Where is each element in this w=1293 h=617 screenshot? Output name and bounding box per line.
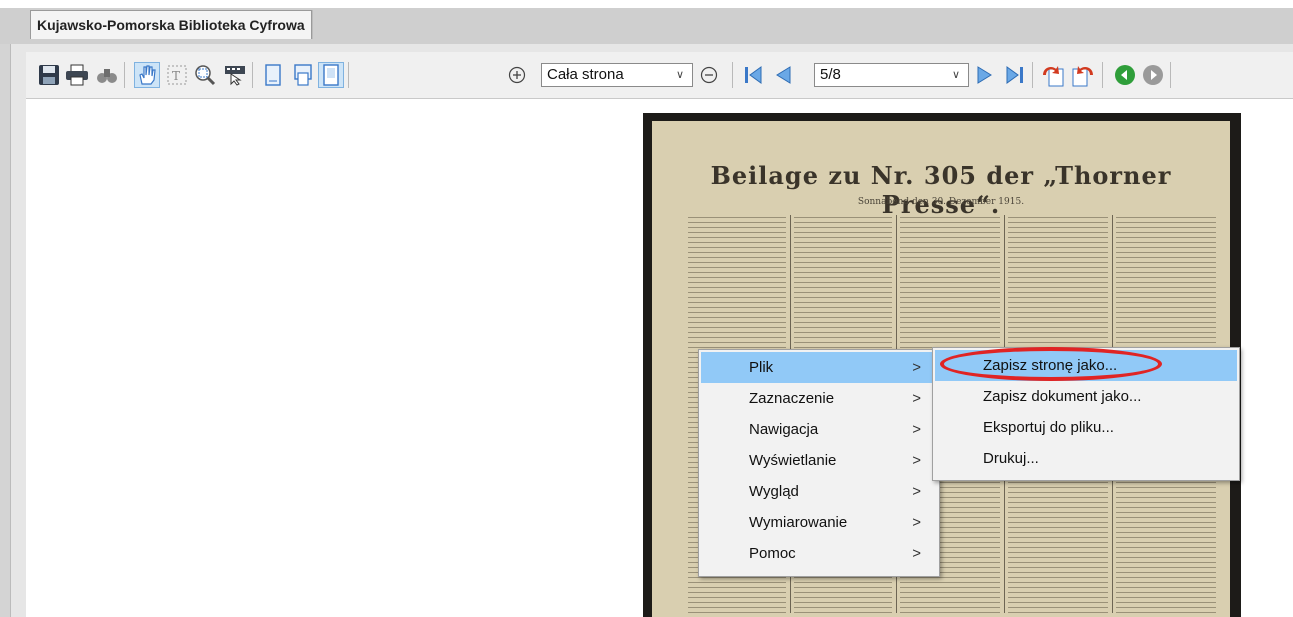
chevron-down-icon: ∨ [676, 69, 685, 81]
zoom-tool-icon[interactable] [192, 62, 218, 88]
chevron-right-icon: > [912, 421, 921, 438]
next-page-icon[interactable] [972, 62, 998, 88]
separator [1170, 62, 1171, 88]
continuous-page-icon[interactable] [290, 62, 316, 88]
menu-item-wyswietlanie[interactable]: Wyświetlanie > [701, 445, 937, 476]
save-icon[interactable] [36, 62, 62, 88]
menu-item-save-page-as[interactable]: Zapisz stronę jako... [935, 350, 1237, 381]
separator [252, 62, 253, 88]
menu-item-pomoc[interactable]: Pomoc > [701, 538, 937, 569]
toolbar: T Cała strona ∨ 5/8 ∨ [26, 52, 1293, 99]
prev-page-icon[interactable] [770, 62, 796, 88]
separator [124, 62, 125, 88]
newspaper-subtitle: Sonnabend den 30. Dezember 1915. [857, 197, 1025, 207]
menu-item-print[interactable]: Drukuj... [935, 443, 1237, 474]
separator [1102, 62, 1103, 88]
rotate-left-icon[interactable] [1040, 62, 1066, 88]
rotate-right-icon[interactable] [1070, 62, 1096, 88]
chevron-down-icon: ∨ [952, 69, 961, 81]
facing-page-icon[interactable] [318, 62, 344, 88]
zoom-select[interactable]: Cała strona ∨ [541, 63, 693, 87]
menu-item-label: Plik [749, 359, 774, 376]
first-page-icon[interactable] [740, 62, 766, 88]
chevron-right-icon: > [912, 452, 921, 469]
chevron-right-icon: > [912, 545, 921, 562]
menu-item-label: Zapisz dokument jako... [983, 388, 1142, 405]
page-select[interactable]: 5/8 ∨ [814, 63, 969, 87]
menu-item-plik[interactable]: Plik > [701, 352, 937, 383]
last-page-icon[interactable] [1002, 62, 1028, 88]
find-icon[interactable] [94, 62, 120, 88]
svg-text:T: T [172, 69, 180, 83]
menu-item-wyglad[interactable]: Wygląd > [701, 476, 937, 507]
menu-item-label: Pomoc [749, 545, 796, 562]
zoom-select-value: Cała strona [547, 66, 624, 83]
menu-item-label: Wyświetlanie [749, 452, 837, 469]
single-page-icon[interactable] [260, 62, 286, 88]
chevron-right-icon: > [912, 359, 921, 376]
menu-item-label: Zapisz stronę jako... [983, 357, 1118, 374]
separator [732, 62, 733, 88]
menu-item-save-document-as[interactable]: Zapisz dokument jako... [935, 381, 1237, 412]
menu-item-label: Drukuj... [983, 450, 1039, 467]
separator [1032, 62, 1033, 88]
window-tab[interactable]: Kujawsko-Pomorska Biblioteka Cyfrowa [30, 10, 312, 39]
menu-item-label: Zaznaczenie [749, 390, 835, 407]
page-select-value: 5/8 [820, 66, 841, 83]
print-icon[interactable] [64, 62, 90, 88]
menu-item-label: Wygląd [749, 483, 799, 500]
newspaper-title: Beilage zu Nr. 305 der „Thorner Presse“. [710, 161, 1172, 219]
area-select-icon[interactable] [222, 62, 248, 88]
menu-item-export-to-file[interactable]: Eksportuj do pliku... [935, 412, 1237, 443]
menu-item-zaznaczenie[interactable]: Zaznaczenie > [701, 383, 937, 414]
menu-item-label: Wymiarowanie [749, 514, 848, 531]
back-icon[interactable] [1112, 62, 1138, 88]
zoom-out-icon[interactable] [696, 62, 722, 88]
hand-tool-icon[interactable] [134, 62, 160, 88]
zoom-in-icon[interactable] [504, 62, 530, 88]
chevron-right-icon: > [912, 390, 921, 407]
menu-item-label: Eksportuj do pliku... [983, 419, 1114, 436]
chevron-right-icon: > [912, 514, 921, 531]
context-menu: Plik > Zaznaczenie > Nawigacja > Wyświet… [698, 349, 940, 577]
submenu-plik: Zapisz stronę jako... Zapisz dokument ja… [932, 347, 1240, 481]
menu-item-label: Nawigacja [749, 421, 819, 438]
menu-item-wymiarowanie[interactable]: Wymiarowanie > [701, 507, 937, 538]
separator [348, 62, 349, 88]
forward-icon[interactable] [1140, 62, 1166, 88]
text-select-icon[interactable]: T [164, 62, 190, 88]
chevron-right-icon: > [912, 483, 921, 500]
menu-item-nawigacja[interactable]: Nawigacja > [701, 414, 937, 445]
